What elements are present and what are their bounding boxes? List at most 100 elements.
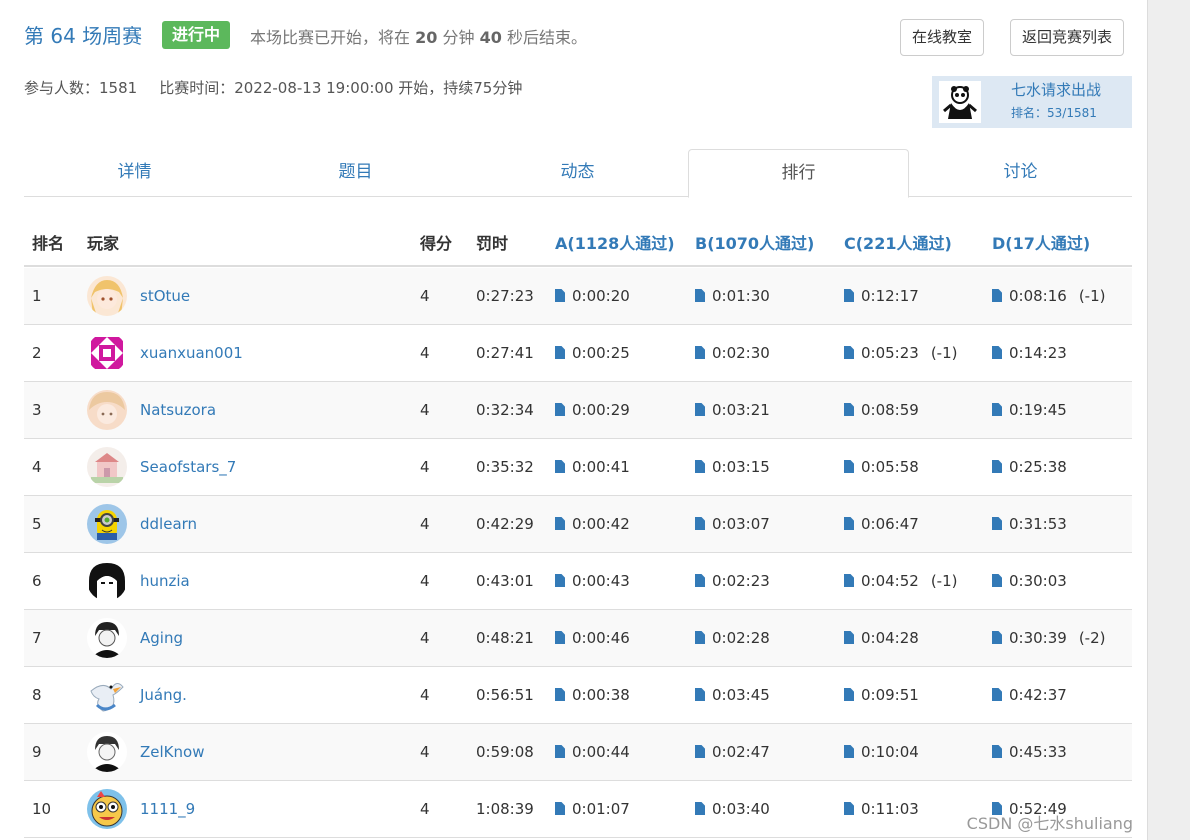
problem-b-time[interactable]: 0:03:21 [695, 401, 770, 419]
file-icon[interactable] [992, 403, 1002, 416]
user-avatar[interactable] [87, 447, 127, 487]
player-name-link[interactable]: stOtue [140, 287, 190, 305]
problem-c-time[interactable]: 0:10:04 [844, 743, 919, 761]
file-icon[interactable] [555, 517, 565, 530]
problem-c-time[interactable]: 0:08:59 [844, 401, 919, 419]
problem-d-time[interactable]: 0:08:16 (-1) [992, 287, 1106, 305]
file-icon[interactable] [695, 745, 705, 758]
problem-c-time[interactable]: 0:12:17 [844, 287, 919, 305]
user-avatar[interactable] [87, 675, 127, 715]
file-icon[interactable] [695, 574, 705, 587]
problem-b-time[interactable]: 0:02:30 [695, 344, 770, 362]
problem-c-time[interactable]: 0:05:23 (-1) [844, 344, 958, 362]
file-icon[interactable] [555, 574, 565, 587]
file-icon[interactable] [844, 346, 854, 359]
file-icon[interactable] [844, 745, 854, 758]
file-icon[interactable] [844, 688, 854, 701]
col-problem-b[interactable]: B(1070人通过) [695, 230, 814, 254]
file-icon[interactable] [844, 631, 854, 644]
problem-c-time[interactable]: 0:09:51 [844, 686, 919, 704]
user-avatar[interactable] [87, 561, 127, 601]
file-icon[interactable] [992, 517, 1002, 530]
back-to-contests-button[interactable]: 返回竞赛列表 [1010, 19, 1125, 56]
player-name-link[interactable]: xuanxuan001 [140, 344, 243, 362]
user-avatar[interactable] [87, 333, 127, 373]
problem-b-time[interactable]: 0:02:47 [695, 743, 770, 761]
problem-c-time[interactable]: 0:06:47 [844, 515, 919, 533]
file-icon[interactable] [695, 688, 705, 701]
problem-d-time[interactable]: 0:31:53 [992, 515, 1067, 533]
problem-d-time[interactable]: 0:42:37 [992, 686, 1067, 704]
file-icon[interactable] [555, 346, 565, 359]
file-icon[interactable] [555, 403, 565, 416]
tab-details[interactable]: 详情 [24, 149, 245, 197]
file-icon[interactable] [844, 802, 854, 815]
file-icon[interactable] [992, 631, 1002, 644]
problem-a-time[interactable]: 0:00:20 [555, 287, 630, 305]
player-name-link[interactable]: 1111_9 [140, 800, 195, 818]
file-icon[interactable] [555, 289, 565, 302]
problem-a-time[interactable]: 0:00:38 [555, 686, 630, 704]
my-username[interactable]: 七水请求出战 [1011, 79, 1101, 100]
problem-b-time[interactable]: 0:03:07 [695, 515, 770, 533]
file-icon[interactable] [695, 346, 705, 359]
file-icon[interactable] [555, 631, 565, 644]
problem-b-time[interactable]: 0:02:28 [695, 629, 770, 647]
problem-a-time[interactable]: 0:00:25 [555, 344, 630, 362]
file-icon[interactable] [992, 574, 1002, 587]
tab-activity[interactable]: 动态 [467, 149, 688, 197]
file-icon[interactable] [844, 403, 854, 416]
user-avatar[interactable] [87, 390, 127, 430]
user-avatar[interactable] [87, 618, 127, 658]
problem-c-time[interactable]: 0:05:58 [844, 458, 919, 476]
file-icon[interactable] [844, 460, 854, 473]
problem-a-time[interactable]: 0:00:41 [555, 458, 630, 476]
file-icon[interactable] [844, 574, 854, 587]
col-problem-d[interactable]: D(17人通过) [992, 230, 1090, 254]
file-icon[interactable] [992, 289, 1002, 302]
col-problem-a[interactable]: A(1128人通过) [555, 230, 675, 254]
file-icon[interactable] [992, 745, 1002, 758]
player-name-link[interactable]: ddlearn [140, 515, 197, 533]
problem-b-time[interactable]: 0:03:45 [695, 686, 770, 704]
problem-b-time[interactable]: 0:01:30 [695, 287, 770, 305]
my-rank-card[interactable]: 七水请求出战 排名：53/1581 [932, 76, 1132, 128]
file-icon[interactable] [695, 517, 705, 530]
file-icon[interactable] [695, 631, 705, 644]
problem-c-time[interactable]: 0:04:28 [844, 629, 919, 647]
file-icon[interactable] [695, 460, 705, 473]
tab-discussion[interactable]: 讨论 [910, 149, 1131, 197]
problem-a-time[interactable]: 0:00:29 [555, 401, 630, 419]
user-avatar[interactable] [87, 276, 127, 316]
problem-d-time[interactable]: 0:30:39 (-2) [992, 629, 1106, 647]
file-icon[interactable] [992, 346, 1002, 359]
problem-d-time[interactable]: 0:19:45 [992, 401, 1067, 419]
player-name-link[interactable]: Seaofstars_7 [140, 458, 236, 476]
player-name-link[interactable]: ZelKnow [140, 743, 204, 761]
file-icon[interactable] [844, 289, 854, 302]
player-name-link[interactable]: Juáng. [140, 686, 187, 704]
file-icon[interactable] [555, 802, 565, 815]
tab-ranking[interactable]: 排行 [688, 149, 909, 198]
file-icon[interactable] [695, 403, 705, 416]
online-classroom-button[interactable]: 在线教室 [900, 19, 985, 56]
file-icon[interactable] [844, 517, 854, 530]
file-icon[interactable] [555, 460, 565, 473]
player-name-link[interactable]: hunzia [140, 572, 190, 590]
problem-a-time[interactable]: 0:00:43 [555, 572, 630, 590]
user-avatar[interactable] [87, 504, 127, 544]
problem-d-time[interactable]: 0:14:23 [992, 344, 1067, 362]
col-problem-c[interactable]: C(221人通过) [844, 230, 952, 254]
problem-a-time[interactable]: 0:00:46 [555, 629, 630, 647]
file-icon[interactable] [555, 688, 565, 701]
problem-a-time[interactable]: 0:00:42 [555, 515, 630, 533]
player-name-link[interactable]: Natsuzora [140, 401, 216, 419]
file-icon[interactable] [695, 289, 705, 302]
user-avatar[interactable] [87, 789, 127, 829]
problem-b-time[interactable]: 0:03:40 [695, 800, 770, 818]
player-name-link[interactable]: Aging [140, 629, 183, 647]
problem-d-time[interactable]: 0:30:03 [992, 572, 1067, 590]
problem-b-time[interactable]: 0:02:23 [695, 572, 770, 590]
problem-d-time[interactable]: 0:45:33 [992, 743, 1067, 761]
problem-a-time[interactable]: 0:00:44 [555, 743, 630, 761]
